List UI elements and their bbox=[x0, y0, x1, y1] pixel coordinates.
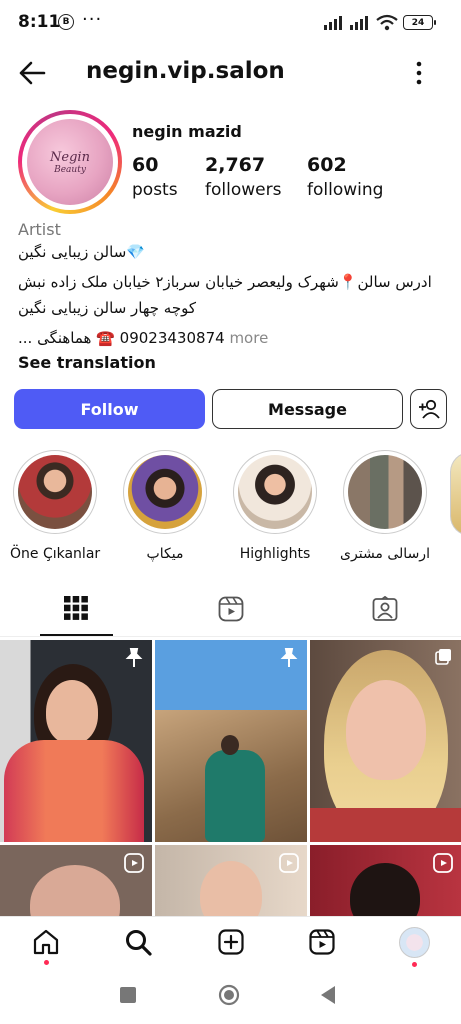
followers-count: 2,767 bbox=[205, 154, 266, 176]
signal-icon bbox=[324, 16, 342, 30]
bio-line-3: کوچه چهار سالن زیبایی نگین bbox=[18, 299, 197, 317]
status-bar: 8:11 B ··· 24 bbox=[0, 0, 461, 44]
back-system-button[interactable] bbox=[319, 985, 337, 1005]
carousel-icon bbox=[435, 649, 451, 665]
search-icon[interactable] bbox=[125, 929, 152, 956]
following-stat[interactable]: 602 following bbox=[307, 154, 383, 200]
status-time: 8:11 bbox=[18, 12, 61, 32]
home-icon[interactable] bbox=[33, 929, 59, 955]
followers-stat[interactable]: 2,767 followers bbox=[205, 154, 281, 200]
recent-apps-button[interactable] bbox=[120, 987, 136, 1003]
home-system-button[interactable] bbox=[218, 984, 240, 1006]
create-icon[interactable] bbox=[218, 929, 244, 955]
follow-button[interactable]: Follow bbox=[14, 389, 205, 429]
profile-display-name: negin mazid bbox=[132, 122, 242, 141]
highlight-cover bbox=[348, 455, 422, 529]
profile-username: negin.vip.salon bbox=[86, 58, 285, 84]
highlight-item[interactable]: Highlights bbox=[230, 450, 320, 562]
highlight-label: Highlights bbox=[239, 546, 311, 562]
reel-icon bbox=[433, 853, 453, 873]
following-count: 602 bbox=[307, 154, 347, 176]
suggested-users-button[interactable] bbox=[410, 389, 447, 429]
post-tile[interactable] bbox=[0, 640, 152, 842]
highlight-label: میکاپ bbox=[146, 546, 184, 562]
bio-line-4: 09023430874 ☎️ هماهنگی ... more bbox=[18, 329, 448, 347]
profile-notification-dot bbox=[412, 962, 417, 967]
notification-b-icon: B bbox=[58, 14, 74, 30]
post-tile[interactable] bbox=[310, 845, 461, 917]
highlight-item[interactable]: Öne Çıkanlar bbox=[10, 450, 100, 562]
reel-icon bbox=[279, 853, 299, 873]
active-tab-indicator bbox=[40, 634, 113, 636]
profile-avatar[interactable]: Negin Beauty bbox=[18, 110, 122, 214]
posts-label: posts bbox=[132, 180, 178, 200]
back-arrow-icon[interactable] bbox=[18, 60, 46, 86]
wifi-icon bbox=[376, 14, 398, 31]
highlight-item[interactable]: ارسالی مشتری bbox=[340, 450, 430, 562]
highlight-item[interactable]: میکاپ bbox=[120, 450, 210, 562]
add-person-icon bbox=[418, 399, 440, 419]
battery-icon: 24 bbox=[403, 15, 436, 30]
reels-tab-icon[interactable] bbox=[218, 596, 244, 622]
post-tile[interactable] bbox=[310, 640, 461, 842]
profile-category: Artist bbox=[18, 220, 61, 239]
reels-icon[interactable] bbox=[309, 929, 335, 955]
avatar-logo-subtext: Beauty bbox=[54, 164, 86, 175]
posts-count: 60 bbox=[132, 154, 159, 176]
profile-avatar-nav[interactable] bbox=[399, 927, 430, 958]
pinned-icon bbox=[125, 648, 143, 667]
signal-2-icon bbox=[350, 16, 368, 30]
avatar-logo-text: Negin bbox=[50, 149, 90, 165]
home-notification-dot bbox=[44, 960, 49, 965]
bio-line-1: 💎سالن زیبایی نگین bbox=[18, 243, 145, 261]
grid-icon[interactable] bbox=[64, 596, 88, 620]
following-label: following bbox=[307, 180, 384, 200]
bio-more-link[interactable]: more bbox=[229, 329, 268, 347]
reel-icon bbox=[124, 853, 144, 873]
highlight-item-partial[interactable] bbox=[450, 452, 461, 536]
tabs-divider bbox=[0, 636, 461, 637]
more-options-icon[interactable] bbox=[414, 60, 424, 86]
see-translation-link[interactable]: See translation bbox=[18, 353, 156, 372]
bio-line-2: ادرس سالن📍شهرک ولیعصر خیابان سرباز۲ خیاب… bbox=[18, 273, 432, 291]
followers-label: followers bbox=[205, 180, 282, 200]
bio-line-4-text: 09023430874 ☎️ هماهنگی ... bbox=[18, 329, 225, 347]
highlight-cover bbox=[18, 455, 92, 529]
post-tile[interactable] bbox=[155, 845, 307, 917]
highlight-label: Öne Çıkanlar bbox=[10, 546, 101, 562]
pinned-icon bbox=[280, 648, 298, 667]
highlight-cover bbox=[128, 455, 202, 529]
post-tile[interactable] bbox=[0, 845, 152, 917]
posts-stat[interactable]: 60 posts bbox=[132, 154, 178, 200]
tagged-icon[interactable] bbox=[372, 596, 398, 622]
highlight-cover bbox=[238, 455, 312, 529]
post-tile[interactable] bbox=[155, 640, 307, 842]
highlight-label: ارسالی مشتری bbox=[340, 546, 430, 562]
message-button[interactable]: Message bbox=[212, 389, 403, 429]
avatar-logo-image: Negin Beauty bbox=[27, 119, 113, 205]
more-notifications-icon: ··· bbox=[82, 9, 103, 30]
